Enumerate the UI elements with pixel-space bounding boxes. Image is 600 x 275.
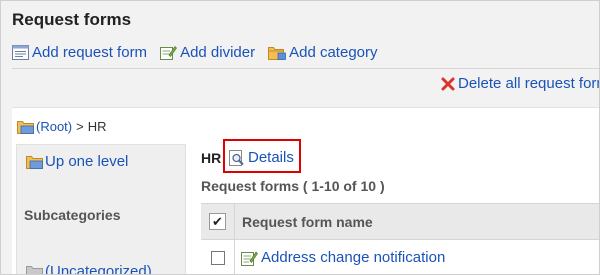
details-link[interactable]: Details <box>229 149 294 166</box>
category-name: HR <box>201 150 222 166</box>
add-request-form-button[interactable]: Add request form <box>12 44 147 61</box>
toolbar-divider <box>12 68 599 69</box>
breadcrumb-separator: > <box>76 119 84 134</box>
delete-x-icon <box>441 77 455 90</box>
delete-all-label: Delete all request forms <box>458 75 599 92</box>
breadcrumb-current: HR <box>87 119 107 134</box>
up-one-level-label: Up one level <box>45 153 129 170</box>
add-category-button[interactable]: Add category <box>268 43 378 61</box>
delete-all-request-forms-button[interactable]: Delete all request forms <box>441 75 599 92</box>
form-icon <box>12 44 29 60</box>
add-category-label: Add category <box>289 43 378 61</box>
subcategory-item[interactable]: (Uncategorized) <box>26 263 152 275</box>
folder-icon <box>26 266 43 274</box>
add-divider-button[interactable]: Add divider <box>160 44 255 61</box>
up-one-level-link[interactable]: Up one level <box>26 153 128 170</box>
form-edit-icon <box>241 250 258 266</box>
folder-icon <box>17 120 34 134</box>
app-window: Request forms Add request form Add divid… <box>0 0 600 275</box>
add-request-form-label: Add request form <box>32 43 148 61</box>
column-header-request-form-name: Request form name <box>242 213 373 230</box>
table-row: Address change notification <box>201 240 599 274</box>
subcategory-item-label: (Uncategorized) <box>45 263 152 275</box>
request-forms-table: ✔ Request form name Address change notif… <box>201 203 599 274</box>
row-checkbox[interactable] <box>210 250 225 265</box>
row-check-cell <box>201 240 235 274</box>
request-form-link[interactable]: Address change notification <box>235 240 599 274</box>
breadcrumb: (Root) > HR <box>17 119 107 134</box>
category-panel: Up one level Subcategories (Uncategorize… <box>16 144 186 275</box>
edit-divider-icon <box>160 45 178 60</box>
request-form-count: Request forms ( 1-10 of 10 ) <box>201 178 385 194</box>
details-label: Details <box>248 149 294 166</box>
toolbar: Add request form Add divider Add categor… <box>12 42 391 62</box>
add-divider-label: Add divider <box>180 43 256 61</box>
header-check-cell: ✔ <box>201 204 235 239</box>
folder-up-icon <box>26 156 43 169</box>
breadcrumb-root-link[interactable]: (Root) <box>36 119 72 134</box>
page-title: Request forms <box>12 10 132 29</box>
select-all-checkbox[interactable]: ✔ <box>209 213 226 230</box>
subcategories-heading: Subcategories <box>24 207 121 223</box>
request-form-name: Address change notification <box>261 249 446 266</box>
folder-add-icon <box>268 46 287 60</box>
details-magnifier-icon <box>229 149 244 166</box>
table-header: ✔ Request form name <box>201 203 599 240</box>
